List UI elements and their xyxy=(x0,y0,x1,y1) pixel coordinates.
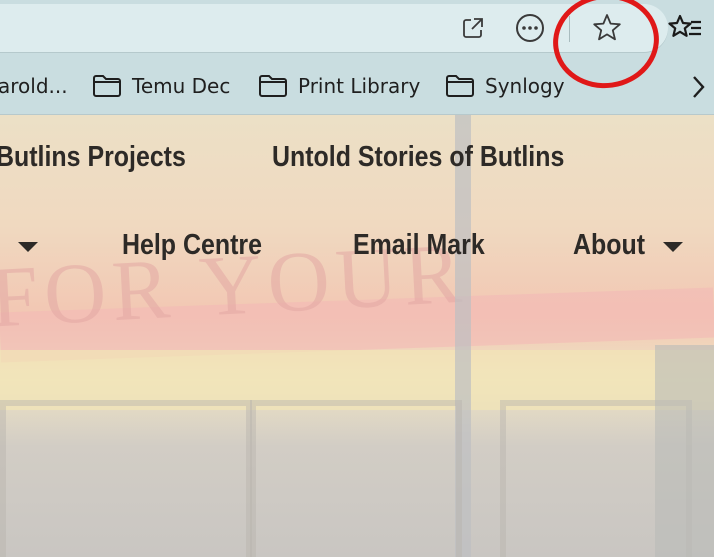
bookmark-label: Synlogy xyxy=(485,74,565,98)
bookmark-folder[interactable]: Synlogy xyxy=(445,72,565,100)
nav-link-help-centre[interactable]: Help Centre xyxy=(122,229,262,262)
bookmark-folder[interactable]: Print Library xyxy=(258,72,420,100)
folder-icon xyxy=(446,75,474,97)
nav-link-about[interactable]: About xyxy=(573,229,645,262)
open-in-app-icon[interactable] xyxy=(460,15,486,45)
folder-icon xyxy=(93,75,121,97)
page-content: FOR YOUR Butlins Projects Untold Stories… xyxy=(0,115,714,557)
background-building xyxy=(655,345,714,557)
bookmark-label: Temu Dec xyxy=(132,74,231,98)
favorites-list-icon[interactable] xyxy=(668,12,702,48)
bookmark-folder[interactable]: arold... xyxy=(0,72,68,100)
background-window xyxy=(0,400,252,557)
dropdown-caret-icon[interactable] xyxy=(663,242,683,252)
bookmark-label: Print Library xyxy=(298,74,421,98)
bookmark-label: arold... xyxy=(0,74,68,98)
nav-link-untold-stories[interactable]: Untold Stories of Butlins xyxy=(272,141,564,174)
nav-link-butlins-projects[interactable]: Butlins Projects xyxy=(0,141,186,174)
dropdown-caret-icon[interactable] xyxy=(18,242,38,252)
background-window xyxy=(250,400,462,557)
bookmark-folder[interactable]: Temu Dec xyxy=(92,72,230,100)
chevron-right-icon[interactable] xyxy=(690,74,706,104)
folder-icon xyxy=(259,75,287,97)
more-options-icon[interactable] xyxy=(515,13,545,47)
nav-link-email-mark[interactable]: Email Mark xyxy=(353,229,485,262)
